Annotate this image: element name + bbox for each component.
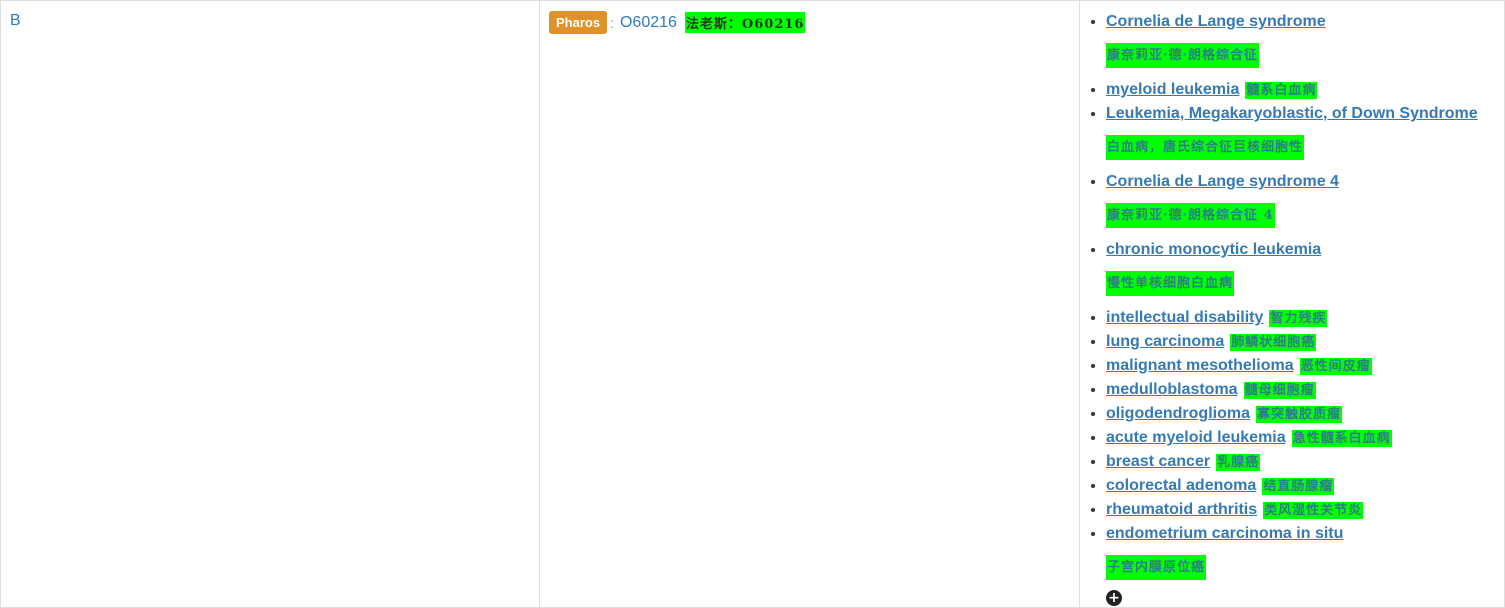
disease-translation: 康奈莉亚·德·朗格综合征 4 [1106, 203, 1275, 228]
disease-translation: 慢性单核细胞白血病 [1106, 271, 1235, 296]
disease-translation: 髓系白血病 [1245, 82, 1318, 99]
disease-translation: 类风湿性关节炎 [1263, 502, 1364, 519]
disease-link[interactable]: medulloblastoma [1106, 381, 1238, 398]
disease-item: myeloid leukemia 髓系白血病 [1106, 78, 1496, 102]
disease-link[interactable]: chronic monocytic leukemia [1106, 241, 1321, 258]
disease-link[interactable]: Leukemia, Megakaryoblastic, of Down Synd… [1106, 105, 1478, 122]
disease-item: acute myeloid leukemia 急性髓系白血病 [1106, 426, 1496, 450]
disease-link[interactable]: myeloid leukemia [1106, 81, 1239, 98]
disease-item: medulloblastoma 髓母细胞瘤 [1106, 378, 1496, 402]
disease-item: endometrium carcinoma in situ 子宫内膜原位癌 [1106, 522, 1496, 580]
disease-item: Cornelia de Lange syndrome 康奈莉亚·德·朗格综合征 [1106, 10, 1496, 68]
disease-list: Cornelia de Lange syndrome 康奈莉亚·德·朗格综合征 … [1088, 10, 1496, 580]
disease-translation: 子宫内膜原位癌 [1106, 555, 1207, 580]
disease-link[interactable]: colorectal adenoma [1106, 477, 1256, 494]
disease-link[interactable]: intellectual disability [1106, 309, 1263, 326]
disease-item: lung carcinoma 肺鳞状细胞癌 [1106, 330, 1496, 354]
uniprot-id-link[interactable]: O60216 [620, 14, 677, 32]
disease-translation: 髓母细胞瘤 [1243, 382, 1316, 399]
disease-item: oligodendroglioma 寡突触胶质瘤 [1106, 402, 1496, 426]
disease-translation: 肺鳞状细胞癌 [1230, 334, 1317, 351]
disease-item: chronic monocytic leukemia 慢性单核细胞白血病 [1106, 238, 1496, 296]
disease-translation: 乳腺癌 [1216, 454, 1261, 471]
disease-link[interactable]: malignant mesothelioma [1106, 357, 1294, 374]
disease-item: colorectal adenoma 结直肠腺瘤 [1106, 474, 1496, 498]
disease-translation: 急性髓系白血病 [1291, 430, 1392, 447]
disease-item: rheumatoid arthritis 类风湿性关节炎 [1106, 498, 1496, 522]
table-cell-target: Pharos : O60216 法老斯：O60216 [540, 1, 1080, 607]
disease-link[interactable]: acute myeloid leukemia [1106, 429, 1286, 446]
table-row: B Pharos : O60216 法老斯：O60216 Cornelia de… [0, 0, 1505, 608]
disease-translation: 白血病，唐氏综合征巨核细胞性 [1106, 135, 1305, 160]
disease-translation: 恶性间皮瘤 [1299, 358, 1372, 375]
disease-translation: 寡突触胶质瘤 [1256, 406, 1343, 423]
disease-link[interactable]: endometrium carcinoma in situ [1106, 525, 1343, 542]
disease-link[interactable]: Cornelia de Lange syndrome 4 [1106, 173, 1339, 190]
disease-item: intellectual disability 智力残疾 [1106, 306, 1496, 330]
pharos-badge[interactable]: Pharos [549, 11, 608, 34]
target-translation: 法老斯：O60216 [684, 12, 806, 33]
disease-item: malignant mesothelioma 恶性间皮瘤 [1106, 354, 1496, 378]
disease-link[interactable]: oligodendroglioma [1106, 405, 1250, 422]
disease-translation: 智力残疾 [1269, 310, 1328, 327]
disease-translation: 康奈莉亚·德·朗格综合征 [1106, 43, 1260, 68]
table-cell-diseases: Cornelia de Lange syndrome 康奈莉亚·德·朗格综合征 … [1080, 1, 1504, 607]
separator-colon: : [610, 14, 614, 31]
table-cell-source: B [1, 1, 540, 607]
disease-item: Leukemia, Megakaryoblastic, of Down Synd… [1106, 102, 1496, 160]
disease-translation: 结直肠腺瘤 [1262, 478, 1335, 495]
disease-link[interactable]: lung carcinoma [1106, 333, 1224, 350]
disease-item: Cornelia de Lange syndrome 4 康奈莉亚·德·朗格综合… [1106, 170, 1496, 228]
source-letter-link[interactable]: B [10, 12, 21, 29]
disease-item: breast cancer 乳腺癌 [1106, 450, 1496, 474]
disease-link[interactable]: rheumatoid arthritis [1106, 501, 1257, 518]
plus-circle-icon[interactable]: + [1106, 590, 1122, 606]
target-line: Pharos : O60216 法老斯：O60216 [549, 11, 1070, 34]
disease-link[interactable]: breast cancer [1106, 453, 1210, 470]
disease-link[interactable]: Cornelia de Lange syndrome [1106, 13, 1326, 30]
